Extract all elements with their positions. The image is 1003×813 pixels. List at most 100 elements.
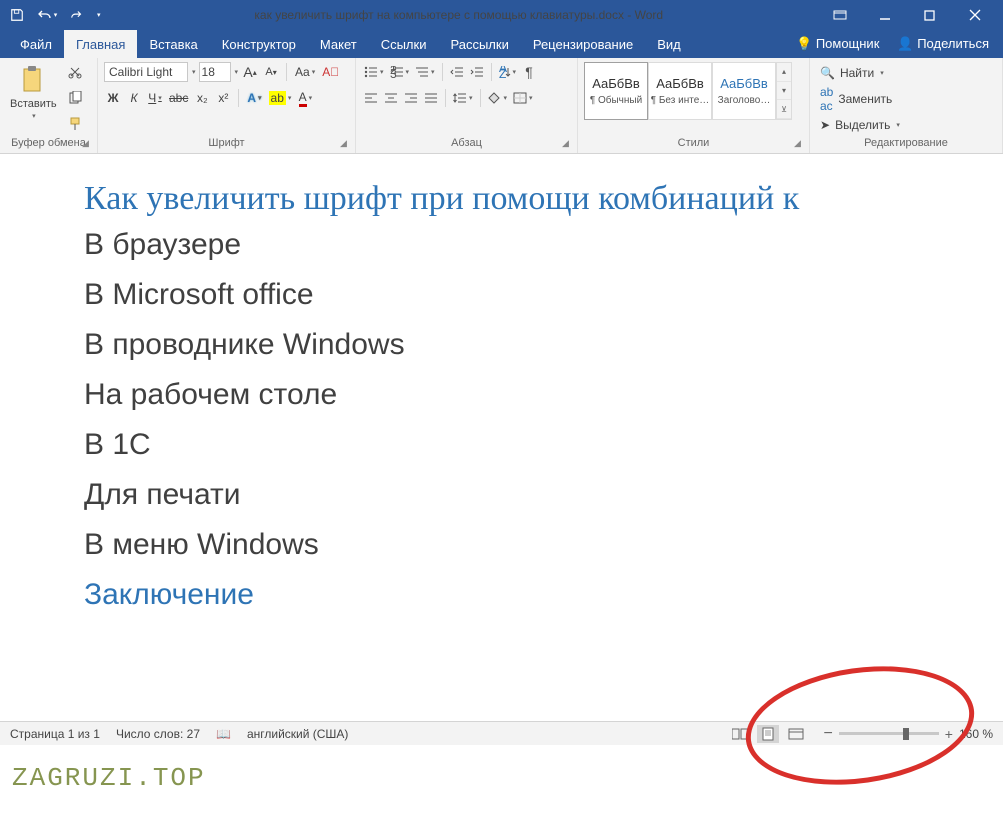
group-clipboard: Вставить ▾ Буфер обмена ◢ [0, 58, 98, 153]
group-font: ▾ ▾ A▴ A▾ Aa A⃠ Ж К Ч abc x₂ x² A ab A [98, 58, 356, 153]
font-size-input[interactable] [199, 62, 231, 82]
read-mode-icon[interactable] [729, 725, 751, 743]
doc-heading: На рабочем столе [84, 378, 1003, 412]
font-color-button[interactable]: A [296, 88, 314, 108]
align-left-icon[interactable] [362, 88, 380, 108]
tab-file[interactable]: Файл [8, 30, 64, 58]
share-button[interactable]: 👤 Поделиться [897, 36, 989, 52]
find-button[interactable]: 🔍Найти▾ [820, 66, 992, 80]
indent-icon[interactable] [468, 62, 486, 82]
style-heading1[interactable]: АаБбВв Заголово… [712, 62, 776, 120]
tell-me[interactable]: 💡 Помощник [796, 36, 879, 52]
zoom-out-button[interactable]: − [823, 725, 832, 743]
save-icon[interactable] [6, 4, 28, 26]
zoom-in-button[interactable]: + [945, 726, 953, 742]
svg-text:Z: Z [499, 67, 506, 78]
page-indicator[interactable]: Страница 1 из 1 [10, 727, 100, 741]
styles-scroll[interactable]: ▴▾⊻ [776, 62, 792, 120]
app-name: Word [635, 8, 663, 22]
align-center-icon[interactable] [382, 88, 400, 108]
shading-icon[interactable] [486, 88, 510, 108]
change-case-button[interactable]: Aa [293, 62, 317, 82]
format-painter-icon[interactable] [65, 114, 85, 134]
group-styles: АаБбВв ¶ Обычный АаБбВв ¶ Без инте… АаБб… [578, 58, 810, 153]
tab-insert[interactable]: Вставка [137, 30, 209, 58]
font-name-input[interactable] [104, 62, 188, 82]
cursor-icon: ➤ [820, 118, 830, 132]
bold-button[interactable]: Ж [104, 88, 122, 108]
numbering-icon[interactable]: 123 [388, 62, 412, 82]
group-label: Абзац [362, 135, 571, 151]
text-effects-button[interactable]: A [245, 88, 263, 108]
clear-format-icon[interactable]: A⃠ [320, 62, 341, 82]
watermark: ZAGRUZI.TOP [12, 763, 206, 793]
underline-button[interactable]: Ч [146, 88, 164, 108]
paste-icon [17, 64, 49, 96]
ribbon-options-icon[interactable] [817, 0, 862, 30]
ribbon: Вставить ▾ Буфер обмена ◢ ▾ ▾ A▴ A▾ Aa [0, 58, 1003, 154]
web-layout-icon[interactable] [785, 725, 807, 743]
zoom-slider[interactable] [839, 732, 939, 735]
tab-layout[interactable]: Макет [308, 30, 369, 58]
dialog-launcher-icon[interactable]: ◢ [82, 138, 94, 150]
group-label: Стили [584, 135, 803, 151]
align-right-icon[interactable] [402, 88, 420, 108]
highlight-button[interactable]: ab [267, 88, 294, 108]
group-label: Буфер обмена [6, 135, 91, 151]
tab-review[interactable]: Рецензирование [521, 30, 645, 58]
status-bar: Страница 1 из 1 Число слов: 27 📖 английс… [0, 721, 1003, 745]
select-button[interactable]: ➤Выделить▾ [820, 118, 992, 132]
dialog-launcher-icon[interactable]: ◢ [794, 138, 806, 150]
justify-icon[interactable] [422, 88, 440, 108]
search-icon: 🔍 [820, 66, 835, 80]
tab-references[interactable]: Ссылки [369, 30, 439, 58]
proofing-icon[interactable]: 📖 [216, 727, 231, 741]
copy-icon[interactable] [65, 88, 85, 108]
paste-button[interactable]: Вставить ▾ [6, 62, 61, 134]
doc-heading-conclusion: Заключение [84, 578, 1003, 612]
word-count[interactable]: Число слов: 27 [116, 727, 200, 741]
style-no-spacing[interactable]: АаБбВв ¶ Без инте… [648, 62, 712, 120]
sort-icon[interactable]: AZ [497, 62, 519, 82]
strike-button[interactable]: abc [167, 88, 190, 108]
redo-icon[interactable] [66, 4, 88, 26]
tab-home[interactable]: Главная [64, 30, 137, 58]
undo-icon[interactable]: ▾ [36, 4, 58, 26]
language-indicator[interactable]: английский (США) [247, 727, 348, 741]
superscript-button[interactable]: x² [214, 88, 232, 108]
doc-heading: В Microsoft office [84, 278, 1003, 312]
dialog-launcher-icon[interactable]: ◢ [340, 138, 352, 150]
quick-access-toolbar: ▾ ▾ [6, 4, 101, 26]
tab-mailings[interactable]: Рассылки [438, 30, 520, 58]
close-icon[interactable] [952, 0, 997, 30]
replace-button[interactable]: abacЗаменить [820, 85, 992, 113]
doc-heading: В проводнике Windows [84, 328, 1003, 362]
print-layout-icon[interactable] [757, 725, 779, 743]
tab-design[interactable]: Конструктор [210, 30, 308, 58]
style-normal[interactable]: АаБбВв ¶ Обычный [584, 62, 648, 120]
borders-icon[interactable] [511, 88, 535, 108]
line-spacing-icon[interactable] [451, 88, 475, 108]
doc-heading: В меню Windows [84, 528, 1003, 562]
italic-button[interactable]: К [125, 88, 143, 108]
dialog-launcher-icon[interactable]: ◢ [562, 138, 574, 150]
show-marks-icon[interactable]: ¶ [520, 62, 538, 82]
window-controls [817, 0, 997, 30]
shrink-font-icon[interactable]: A▾ [262, 62, 280, 82]
tab-view[interactable]: Вид [645, 30, 693, 58]
styles-gallery[interactable]: АаБбВв ¶ Обычный АаБбВв ¶ Без инте… АаБб… [584, 62, 803, 120]
bullets-icon[interactable] [362, 62, 386, 82]
doc-heading: В браузере [84, 228, 1003, 262]
maximize-icon[interactable] [907, 0, 952, 30]
title-bar: ▾ ▾ как увеличить шрифт на компьютере с … [0, 0, 1003, 30]
document-name: как увеличить шрифт на компьютере с помо… [254, 8, 624, 22]
zoom-level[interactable]: 160 % [959, 727, 993, 741]
minimize-icon[interactable] [862, 0, 907, 30]
outdent-icon[interactable] [448, 62, 466, 82]
cut-icon[interactable] [65, 62, 85, 82]
grow-font-icon[interactable]: A▴ [241, 62, 259, 82]
multilevel-icon[interactable] [413, 62, 437, 82]
document-canvas[interactable]: Как увеличить шрифт при помощи комбинаци… [0, 154, 1003, 714]
ribbon-tabs: Файл Главная Вставка Конструктор Макет С… [0, 30, 1003, 58]
subscript-button[interactable]: x₂ [193, 88, 211, 108]
